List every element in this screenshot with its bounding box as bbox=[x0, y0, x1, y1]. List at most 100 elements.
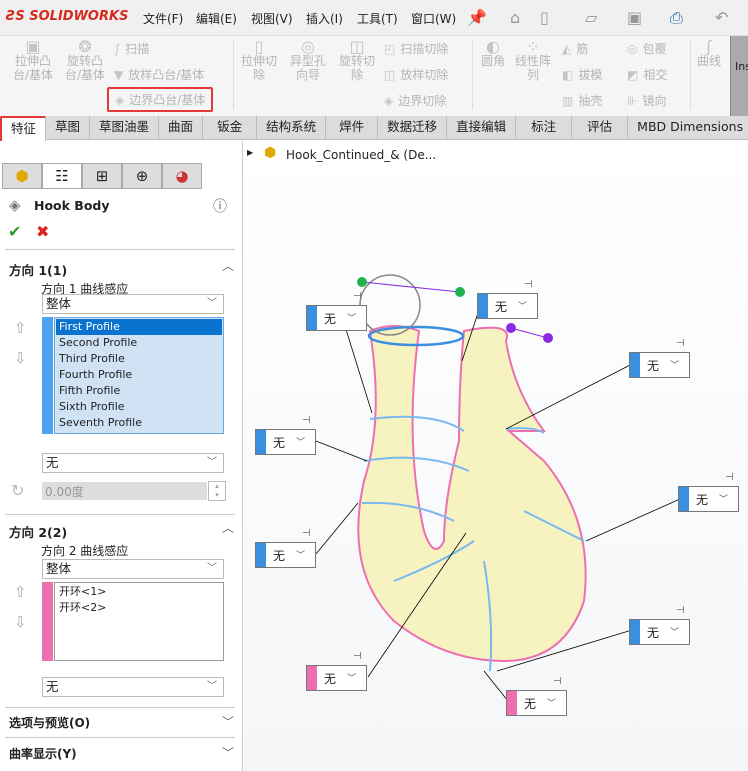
curvature-display-header[interactable]: 曲率显示(Y) bbox=[9, 745, 77, 762]
menu-window[interactable]: 窗口(W) bbox=[411, 10, 456, 27]
list-item[interactable]: Seventh Profile bbox=[56, 415, 222, 431]
menu-view[interactable]: 视图(V) bbox=[251, 10, 293, 27]
list-item[interactable]: 开环<2> bbox=[56, 600, 222, 616]
pin-icon[interactable]: ⊣ bbox=[302, 528, 311, 539]
help-icon[interactable]: ⓘ bbox=[213, 196, 227, 216]
pin-icon[interactable]: ⊣ bbox=[353, 651, 362, 662]
undo-icon[interactable]: ↶ bbox=[715, 8, 728, 27]
dimxpert-tab-icon[interactable]: ⊕ bbox=[122, 163, 162, 189]
tab-mbd-dimensions[interactable]: MBD Dimensions bbox=[628, 116, 748, 140]
reverse-direction-icon[interactable]: ↻ bbox=[11, 481, 24, 500]
draft-button[interactable]: ◧ 拔模 bbox=[562, 66, 602, 83]
revolve-cut-button[interactable]: ◫ 旋转切除 bbox=[335, 39, 379, 83]
extrude-boss-button[interactable]: ▣ 拉伸凸台/基体 bbox=[10, 39, 56, 83]
pin-icon[interactable]: ⊣ bbox=[676, 605, 685, 616]
display-manager-tab-icon[interactable]: ◕ bbox=[162, 163, 202, 189]
tangency-callout[interactable]: 无 ﹀ bbox=[255, 542, 316, 568]
tangency-callout[interactable]: 无 ﹀ bbox=[678, 486, 739, 512]
instant3d-button[interactable]: Ins bbox=[730, 36, 748, 116]
move-down-arrow-icon[interactable]: ⇩ bbox=[14, 613, 27, 631]
fillet-button[interactable]: ◐ 圆角 bbox=[478, 39, 508, 69]
property-manager-tab-icon[interactable]: ☷ bbox=[42, 163, 82, 189]
pin-icon[interactable]: ⊣ bbox=[676, 338, 685, 349]
tangency-callout[interactable]: 无 ﹀ bbox=[629, 352, 690, 378]
save-icon[interactable]: ▣ bbox=[627, 8, 642, 27]
direction2-mode-select[interactable]: 整体 ﹀ bbox=[42, 559, 224, 579]
tab-surfaces[interactable]: 曲面 bbox=[159, 116, 204, 140]
move-up-arrow-icon[interactable]: ⇧ bbox=[14, 319, 27, 337]
tab-direct-editing[interactable]: 直接编辑 bbox=[447, 116, 517, 140]
pin-icon[interactable]: ⊣ bbox=[725, 472, 734, 483]
swept-cut-button[interactable]: ◰ 扫描切除 bbox=[384, 40, 448, 57]
shell-button[interactable]: ▥ 抽壳 bbox=[562, 92, 602, 109]
revolve-boss-button[interactable]: ❂ 旋转凸台/基体 bbox=[62, 39, 108, 83]
tangency-callout[interactable]: 无 ﹀ bbox=[255, 429, 316, 455]
intersect-button[interactable]: ◩ 相交 bbox=[627, 66, 667, 83]
list-item[interactable]: 开环<1> bbox=[56, 584, 222, 600]
tangency-callout[interactable]: 无 ﹀ bbox=[629, 619, 690, 645]
list-item[interactable]: Fourth Profile bbox=[56, 367, 222, 383]
sweep-button[interactable]: ∫ 扫描 bbox=[114, 40, 149, 57]
configuration-manager-tab-icon[interactable]: ⊞ bbox=[82, 163, 122, 189]
linear-pattern-button[interactable]: ⁘ 线性阵列 bbox=[513, 39, 553, 83]
mirror-button[interactable]: ⊪ 镜向 bbox=[627, 92, 666, 109]
lofted-cut-button[interactable]: ◫ 放样切除 bbox=[384, 66, 448, 83]
draft-angle-input[interactable]: 0.00度 bbox=[42, 482, 207, 500]
list-item[interactable]: Third Profile bbox=[56, 351, 222, 367]
tangency-callout[interactable]: 无 ﹀ bbox=[306, 305, 367, 331]
direction1-header[interactable]: 方向 1(1) bbox=[9, 260, 67, 279]
tab-evaluate[interactable]: 评估 bbox=[572, 116, 629, 140]
options-preview-header[interactable]: 选项与预览(O) bbox=[9, 714, 90, 731]
tangency-callout[interactable]: 无 ﹀ bbox=[477, 293, 538, 319]
list-item[interactable]: Fifth Profile bbox=[56, 383, 222, 399]
expand-chevron-icon[interactable]: ﹀ bbox=[222, 713, 234, 730]
pin-icon[interactable]: ⊣ bbox=[524, 279, 533, 290]
direction2-curve-list[interactable]: 开环<1> 开环<2> bbox=[54, 582, 224, 661]
expand-chevron-icon[interactable]: ﹀ bbox=[222, 744, 234, 761]
graphics-area[interactable]: ▶ ⬢ Hook_Continued_& (De... 无 ﹀ ⊣ 无 ﹀ ⊣ 无 ﹀ ⊣ 无 ﹀ ⊣… bbox=[244, 141, 748, 771]
collapse-chevron-icon[interactable]: ︿ bbox=[222, 257, 234, 274]
move-down-arrow-icon[interactable]: ⇩ bbox=[14, 349, 27, 367]
tab-markup[interactable]: 标注 bbox=[516, 116, 573, 140]
pin-icon[interactable]: ⊣ bbox=[302, 415, 311, 426]
feature-manager-tab-icon[interactable]: ⬢ bbox=[2, 163, 42, 189]
direction1-profile-list[interactable]: First Profile Second Profile Third Profi… bbox=[54, 317, 224, 434]
loft-button[interactable]: ▼ 放样凸台/基体 bbox=[114, 66, 204, 83]
hole-wizard-button[interactable]: ◎ 异型孔向导 bbox=[286, 39, 330, 83]
boundary-boss-button[interactable]: ◈ 边界凸台/基体 bbox=[107, 87, 214, 112]
home-icon[interactable]: ⌂ bbox=[510, 8, 520, 27]
tab-sketch[interactable]: 草图 bbox=[46, 116, 91, 140]
pin-icon[interactable]: 📌 bbox=[467, 8, 487, 27]
menu-tools[interactable]: 工具(T) bbox=[357, 10, 398, 27]
rib-button[interactable]: ◭ 筋 bbox=[562, 40, 588, 57]
curves-button[interactable]: ʃ 曲线 bbox=[694, 39, 724, 69]
open-icon[interactable]: ▱ bbox=[585, 8, 597, 27]
pin-icon[interactable]: ⊣ bbox=[353, 291, 362, 302]
boundary-cut-button[interactable]: ◈ 边界切除 bbox=[384, 92, 446, 109]
tab-sheet-metal[interactable]: 钣金 bbox=[203, 116, 258, 140]
pin-icon[interactable]: ⊣ bbox=[553, 676, 562, 687]
angle-spinner[interactable]: ▴ ▾ bbox=[208, 481, 226, 501]
tab-data-migration[interactable]: 数据迁移 bbox=[378, 116, 448, 140]
print-icon[interactable]: ⎙ bbox=[670, 8, 683, 28]
menu-insert[interactable]: 插入(I) bbox=[306, 10, 343, 27]
tab-weldments[interactable]: 焊件 bbox=[326, 116, 379, 140]
tangency-callout[interactable]: 无 ﹀ bbox=[506, 690, 567, 716]
collapse-chevron-icon[interactable]: ︿ bbox=[222, 519, 234, 536]
cancel-x-icon[interactable]: ✖ bbox=[36, 222, 49, 241]
menu-file[interactable]: 文件(F) bbox=[143, 10, 183, 27]
move-up-arrow-icon[interactable]: ⇧ bbox=[14, 583, 27, 601]
ok-check-icon[interactable]: ✔ bbox=[8, 222, 21, 241]
list-item[interactable]: First Profile bbox=[56, 319, 222, 335]
direction2-tangency-select[interactable]: 无 ﹀ bbox=[42, 677, 224, 697]
tab-structure-system[interactable]: 结构系统 bbox=[257, 116, 327, 140]
tab-sketch-ink[interactable]: 草图油墨 bbox=[90, 116, 160, 140]
extrude-cut-button[interactable]: ▯ 拉伸切除 bbox=[237, 39, 281, 83]
list-item[interactable]: Second Profile bbox=[56, 335, 222, 351]
tangency-callout[interactable]: 无 ﹀ bbox=[306, 665, 367, 691]
direction1-mode-select[interactable]: 整体 ﹀ bbox=[42, 294, 224, 314]
direction1-tangency-select[interactable]: 无 ﹀ bbox=[42, 453, 224, 473]
list-item[interactable]: Sixth Profile bbox=[56, 399, 222, 415]
menu-edit[interactable]: 编辑(E) bbox=[196, 10, 237, 27]
direction2-header[interactable]: 方向 2(2) bbox=[9, 522, 67, 541]
